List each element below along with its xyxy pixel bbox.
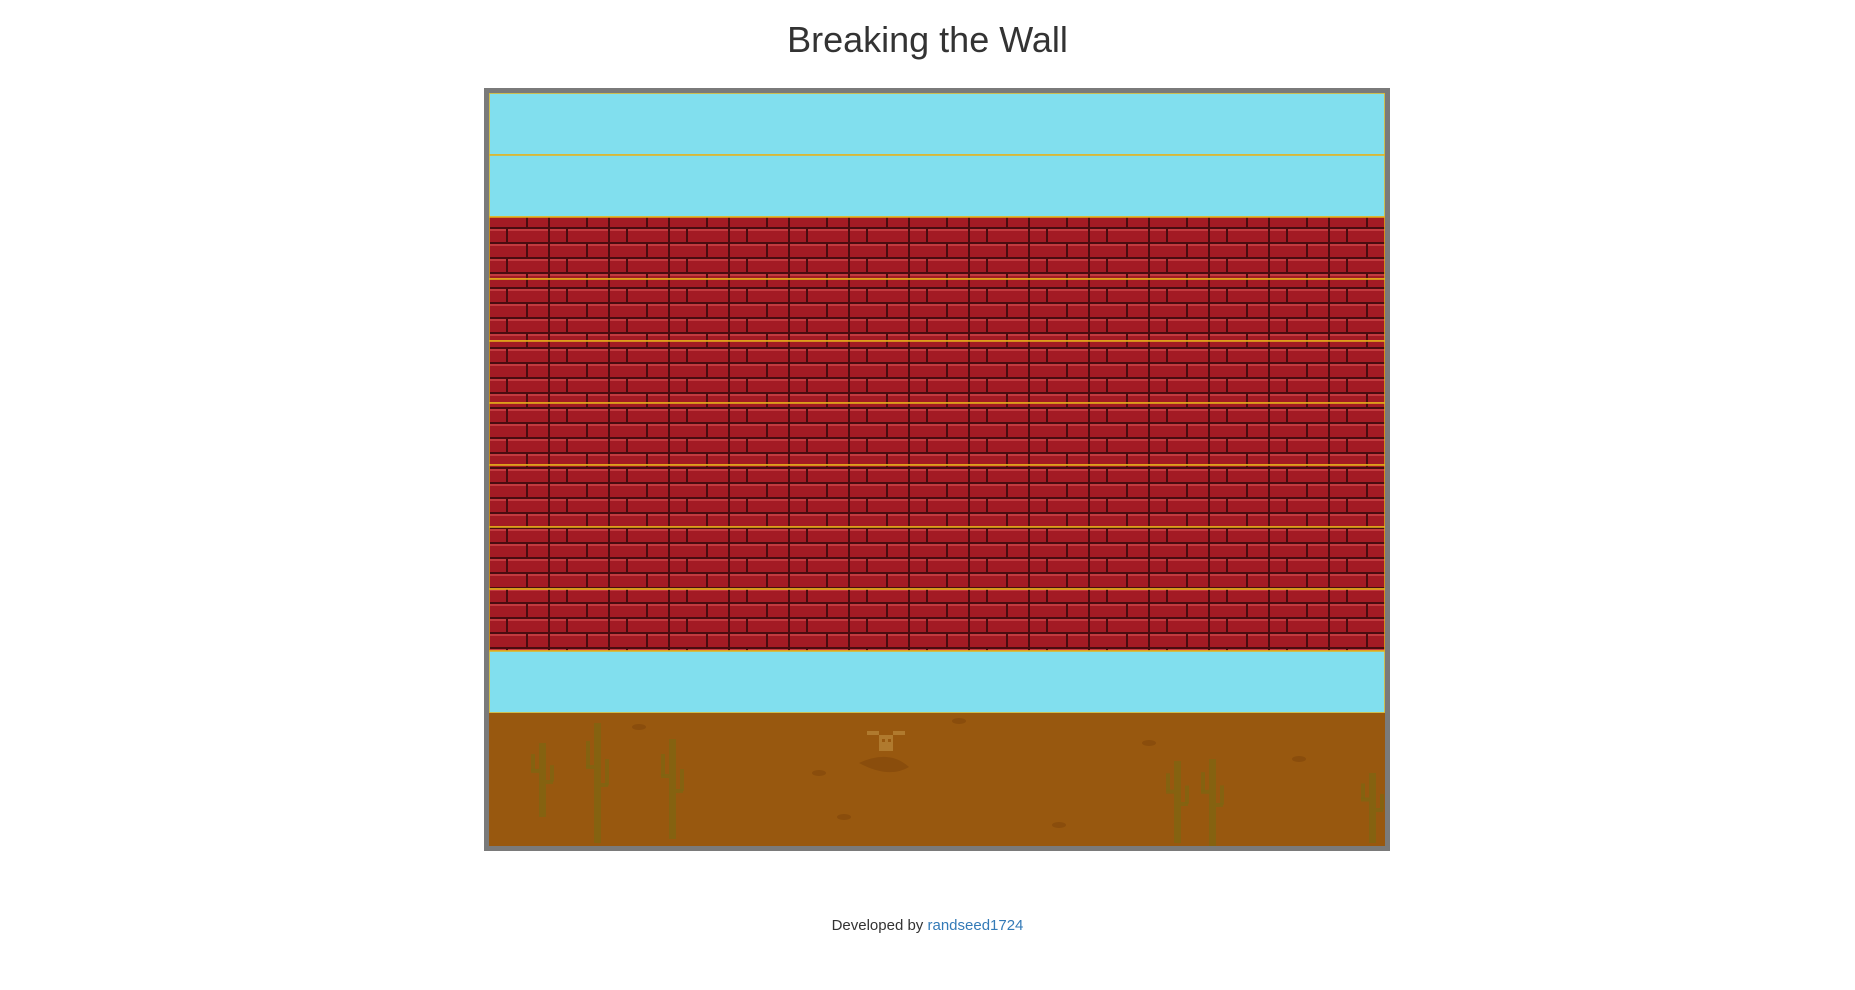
ground-row xyxy=(489,713,1385,846)
footer-prefix: Developed by xyxy=(831,917,924,934)
brick-row xyxy=(489,588,1385,652)
stone-icon xyxy=(632,724,646,730)
author-link[interactable]: randseed1724 xyxy=(927,917,1023,934)
sky-row xyxy=(489,93,1385,156)
page: Breaking the Wall Developed by randseed1… xyxy=(0,0,1855,990)
brick-row xyxy=(489,526,1385,590)
stone-icon xyxy=(837,814,851,820)
footer: Developed by randseed1724 xyxy=(0,917,1855,934)
game-board[interactable] xyxy=(484,88,1390,851)
page-title: Breaking the Wall xyxy=(787,19,1068,60)
brick-row xyxy=(489,216,1385,280)
game-canvas[interactable] xyxy=(489,93,1385,846)
sky-row xyxy=(489,154,1385,218)
brick-row xyxy=(489,464,1385,528)
stone-icon xyxy=(1142,740,1156,746)
stone-icon xyxy=(812,770,826,776)
brick-row xyxy=(489,402,1385,466)
brick-row xyxy=(489,340,1385,404)
sky-row xyxy=(489,650,1385,714)
stone-icon xyxy=(1292,756,1306,762)
brick-row xyxy=(489,278,1385,342)
stone-icon xyxy=(1052,822,1066,828)
stone-icon xyxy=(952,718,966,724)
